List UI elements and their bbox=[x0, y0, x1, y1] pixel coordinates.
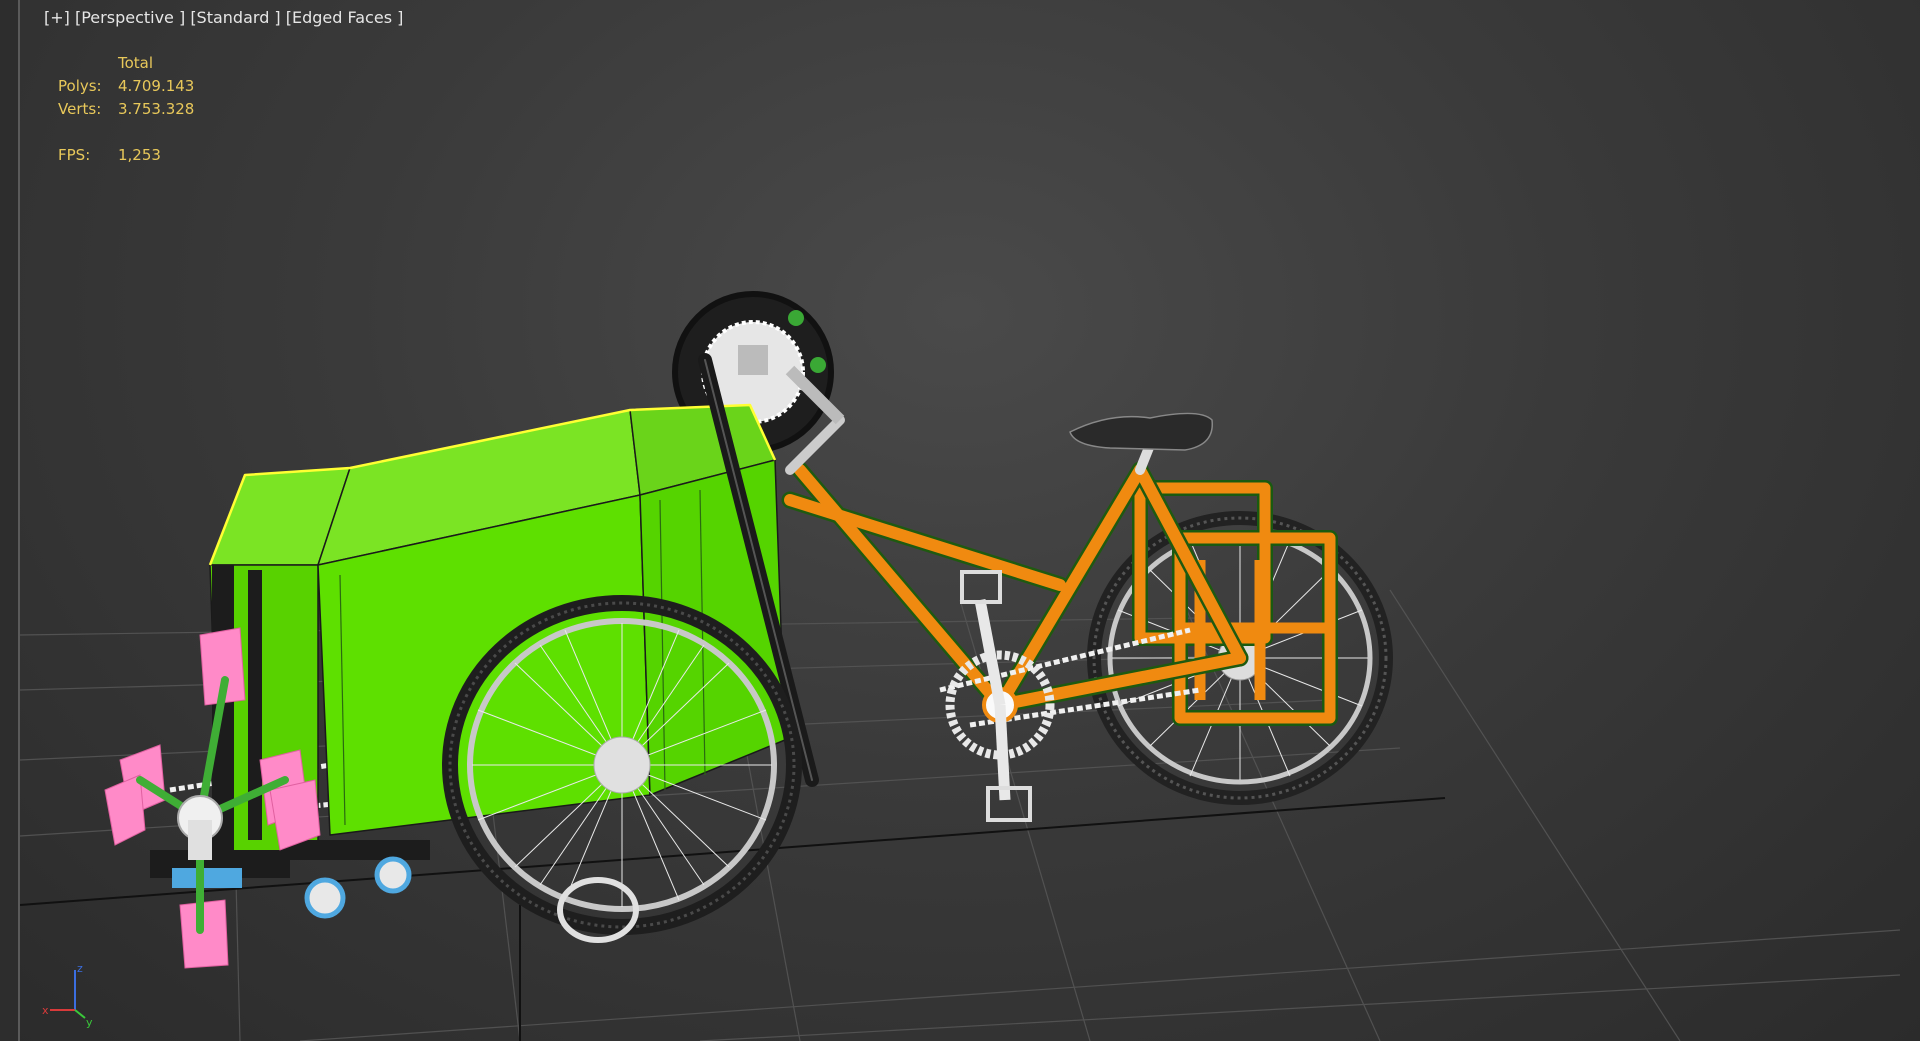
fps-value: 1,253 bbox=[118, 146, 161, 164]
front-wheel[interactable] bbox=[442, 595, 802, 935]
polys-value: 4.709.143 bbox=[118, 77, 195, 95]
gizmo-z-label: z bbox=[77, 962, 83, 975]
axis-gizmo: z x y bbox=[42, 962, 93, 1029]
stats-header: Total bbox=[118, 54, 154, 72]
viewport-label[interactable]: [+] [Perspective ] [Standard ] [Edged Fa… bbox=[44, 8, 403, 27]
verts-label: Verts: bbox=[58, 100, 102, 118]
verts-value: 3.753.328 bbox=[118, 100, 195, 118]
polys-label: Polys: bbox=[58, 77, 102, 95]
viewport-shading-menu[interactable]: [Standard ] bbox=[190, 8, 280, 27]
gizmo-y-label: y bbox=[86, 1016, 93, 1029]
viewport-menu-plus[interactable]: [+] bbox=[44, 8, 70, 27]
gizmo-x-label: x bbox=[42, 1004, 49, 1017]
fps-label: FPS: bbox=[58, 146, 91, 164]
scene-render[interactable] bbox=[20, 0, 1920, 1041]
saddle[interactable] bbox=[1069, 412, 1213, 451]
left-panel-edge bbox=[0, 0, 20, 1041]
viewport-view-menu[interactable]: [Perspective ] bbox=[75, 8, 185, 27]
viewport-display-mode-menu[interactable]: [Edged Faces ] bbox=[286, 8, 404, 27]
perspective-viewport[interactable]: [+] [Perspective ] [Standard ] [Edged Fa… bbox=[20, 0, 1920, 1041]
